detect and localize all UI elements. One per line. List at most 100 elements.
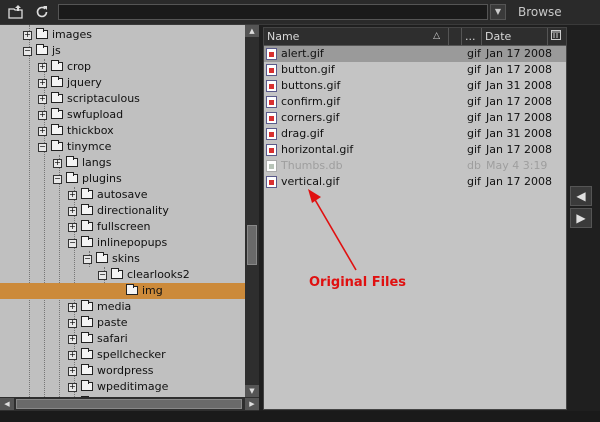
move-left-button[interactable]: ◀ — [570, 186, 592, 206]
scroll-right-button[interactable]: ▶ — [245, 398, 259, 410]
tree-item-media[interactable]: + media — [0, 299, 245, 315]
tree-item-fullscreen[interactable]: + fullscreen — [0, 219, 245, 235]
path-input[interactable] — [58, 4, 488, 20]
file-row[interactable]: drag.gif gif Jan 31 2008 — [264, 126, 566, 142]
tree-item-crop[interactable]: + crop — [0, 59, 245, 75]
collapse-toggle-icon[interactable]: − — [83, 255, 92, 264]
folder-up-icon[interactable] — [8, 4, 24, 20]
column-chooser-icon[interactable] — [548, 28, 566, 45]
expand-toggle-icon[interactable]: + — [38, 79, 47, 88]
browse-button[interactable]: Browse — [518, 3, 562, 21]
column-header-ext[interactable]: ... — [462, 28, 482, 45]
tree-item-label: plugins — [82, 172, 122, 185]
folder-icon — [51, 60, 63, 71]
expand-toggle-icon[interactable]: + — [38, 127, 47, 136]
collapse-toggle-icon[interactable]: − — [98, 271, 107, 280]
folder-icon — [81, 332, 93, 343]
image-file-icon — [266, 112, 277, 124]
move-right-button[interactable]: ▶ — [570, 208, 592, 228]
file-extension: gif — [467, 111, 481, 124]
scroll-left-button[interactable]: ◀ — [0, 398, 14, 410]
expand-toggle-icon[interactable]: + — [68, 223, 77, 232]
expand-toggle-icon[interactable]: + — [68, 303, 77, 312]
file-name: button.gif — [281, 63, 335, 76]
file-row[interactable]: buttons.gif gif Jan 31 2008 — [264, 78, 566, 94]
tree-item-tinymce[interactable]: − tinymce — [0, 139, 245, 155]
tree-item-label: img — [142, 284, 163, 297]
collapse-toggle-icon[interactable]: − — [23, 47, 32, 56]
file-date: Jan 17 2008 — [486, 143, 552, 156]
file-extension: gif — [467, 127, 481, 140]
file-name: horizontal.gif — [281, 143, 354, 156]
file-row[interactable]: confirm.gif gif Jan 17 2008 — [264, 94, 566, 110]
expand-toggle-icon[interactable]: + — [38, 111, 47, 120]
tree-item-label: inlinepopups — [97, 236, 168, 249]
expand-toggle-icon[interactable]: + — [68, 383, 77, 392]
tree-item-label: directionality — [97, 204, 169, 217]
file-row[interactable]: horizontal.gif gif Jan 17 2008 — [264, 142, 566, 158]
refresh-icon[interactable] — [34, 4, 50, 20]
folder-icon — [81, 364, 93, 375]
file-name: corners.gif — [281, 111, 340, 124]
collapse-toggle-icon[interactable]: − — [38, 143, 47, 152]
image-file-icon — [266, 176, 277, 188]
tree-item-img[interactable]: img — [0, 283, 245, 299]
collapse-toggle-icon[interactable]: − — [53, 175, 62, 184]
path-dropdown-button[interactable]: ▼ — [490, 4, 506, 20]
tree-item-plugins[interactable]: − plugins — [0, 171, 245, 187]
tree-item-swfupload[interactable]: + swfupload — [0, 107, 245, 123]
scroll-thumb[interactable] — [247, 225, 257, 265]
expand-toggle-icon[interactable]: + — [23, 31, 32, 40]
file-row[interactable]: corners.gif gif Jan 17 2008 — [264, 110, 566, 126]
scroll-up-button[interactable]: ▲ — [245, 25, 259, 37]
file-row[interactable]: Thumbs.db db May 4 3:19 — [264, 158, 566, 174]
expand-toggle-icon[interactable]: + — [68, 207, 77, 216]
tree-item-wordpress[interactable]: + wordpress — [0, 363, 245, 379]
column-header-name[interactable]: Name △ — [264, 28, 449, 45]
folder-open-icon — [81, 236, 93, 247]
tree-item-label: autosave — [97, 188, 148, 201]
tree-item-clearlooks2[interactable]: − clearlooks2 — [0, 267, 245, 283]
expand-toggle-icon[interactable]: + — [68, 335, 77, 344]
tree-item-label: jquery — [67, 76, 102, 89]
tree-item-skins[interactable]: − skins — [0, 251, 245, 267]
tree-item-label: wordpress — [97, 364, 154, 377]
tree-item-langs[interactable]: + langs — [0, 155, 245, 171]
tree-item-autosave[interactable]: + autosave — [0, 187, 245, 203]
folder-icon — [81, 188, 93, 199]
scroll-down-button[interactable]: ▼ — [245, 385, 259, 397]
expand-toggle-icon[interactable]: + — [68, 319, 77, 328]
tree-item-js[interactable]: − js — [0, 43, 245, 59]
folder-icon — [66, 156, 78, 167]
folder-icon — [81, 204, 93, 215]
tree-item-inlinepopups[interactable]: − inlinepopups — [0, 235, 245, 251]
horizontal-scroll-thumb[interactable] — [16, 399, 242, 409]
file-row[interactable]: alert.gif gif Jan 17 2008 — [264, 46, 566, 62]
collapse-toggle-icon[interactable]: − — [68, 239, 77, 248]
expand-toggle-icon[interactable]: + — [53, 159, 62, 168]
tree-item-jquery[interactable]: + jquery — [0, 75, 245, 91]
folder-icon — [51, 92, 63, 103]
file-row[interactable]: button.gif gif Jan 17 2008 — [264, 62, 566, 78]
tree-item-scriptaculous[interactable]: + scriptaculous — [0, 91, 245, 107]
expand-toggle-icon[interactable]: + — [68, 191, 77, 200]
arrow-right-icon: ▶ — [576, 211, 586, 225]
folder-icon — [81, 316, 93, 327]
tree-item-paste[interactable]: + paste — [0, 315, 245, 331]
folder-icon — [51, 76, 63, 87]
column-header-date[interactable]: Date — [482, 28, 548, 45]
expand-toggle-icon[interactable]: + — [38, 95, 47, 104]
expand-toggle-icon[interactable]: + — [68, 367, 77, 376]
expand-toggle-icon[interactable]: + — [38, 63, 47, 72]
tree-item-images[interactable]: + images — [0, 27, 245, 43]
tree-item-directionality[interactable]: + directionality — [0, 203, 245, 219]
tree-item-wpeditimage[interactable]: + wpeditimage — [0, 379, 245, 395]
tree-vertical-scrollbar[interactable]: ▲ ▼ — [245, 25, 259, 397]
tree-item-safari[interactable]: + safari — [0, 331, 245, 347]
expand-toggle-icon[interactable]: + — [68, 351, 77, 360]
tree-item-label: clearlooks2 — [127, 268, 190, 281]
tree-item-thickbox[interactable]: + thickbox — [0, 123, 245, 139]
tree-item-spellchecker[interactable]: + spellchecker — [0, 347, 245, 363]
tree-horizontal-scrollbar[interactable]: ◀ ▶ — [0, 397, 259, 411]
annotation-arrow — [308, 189, 357, 271]
